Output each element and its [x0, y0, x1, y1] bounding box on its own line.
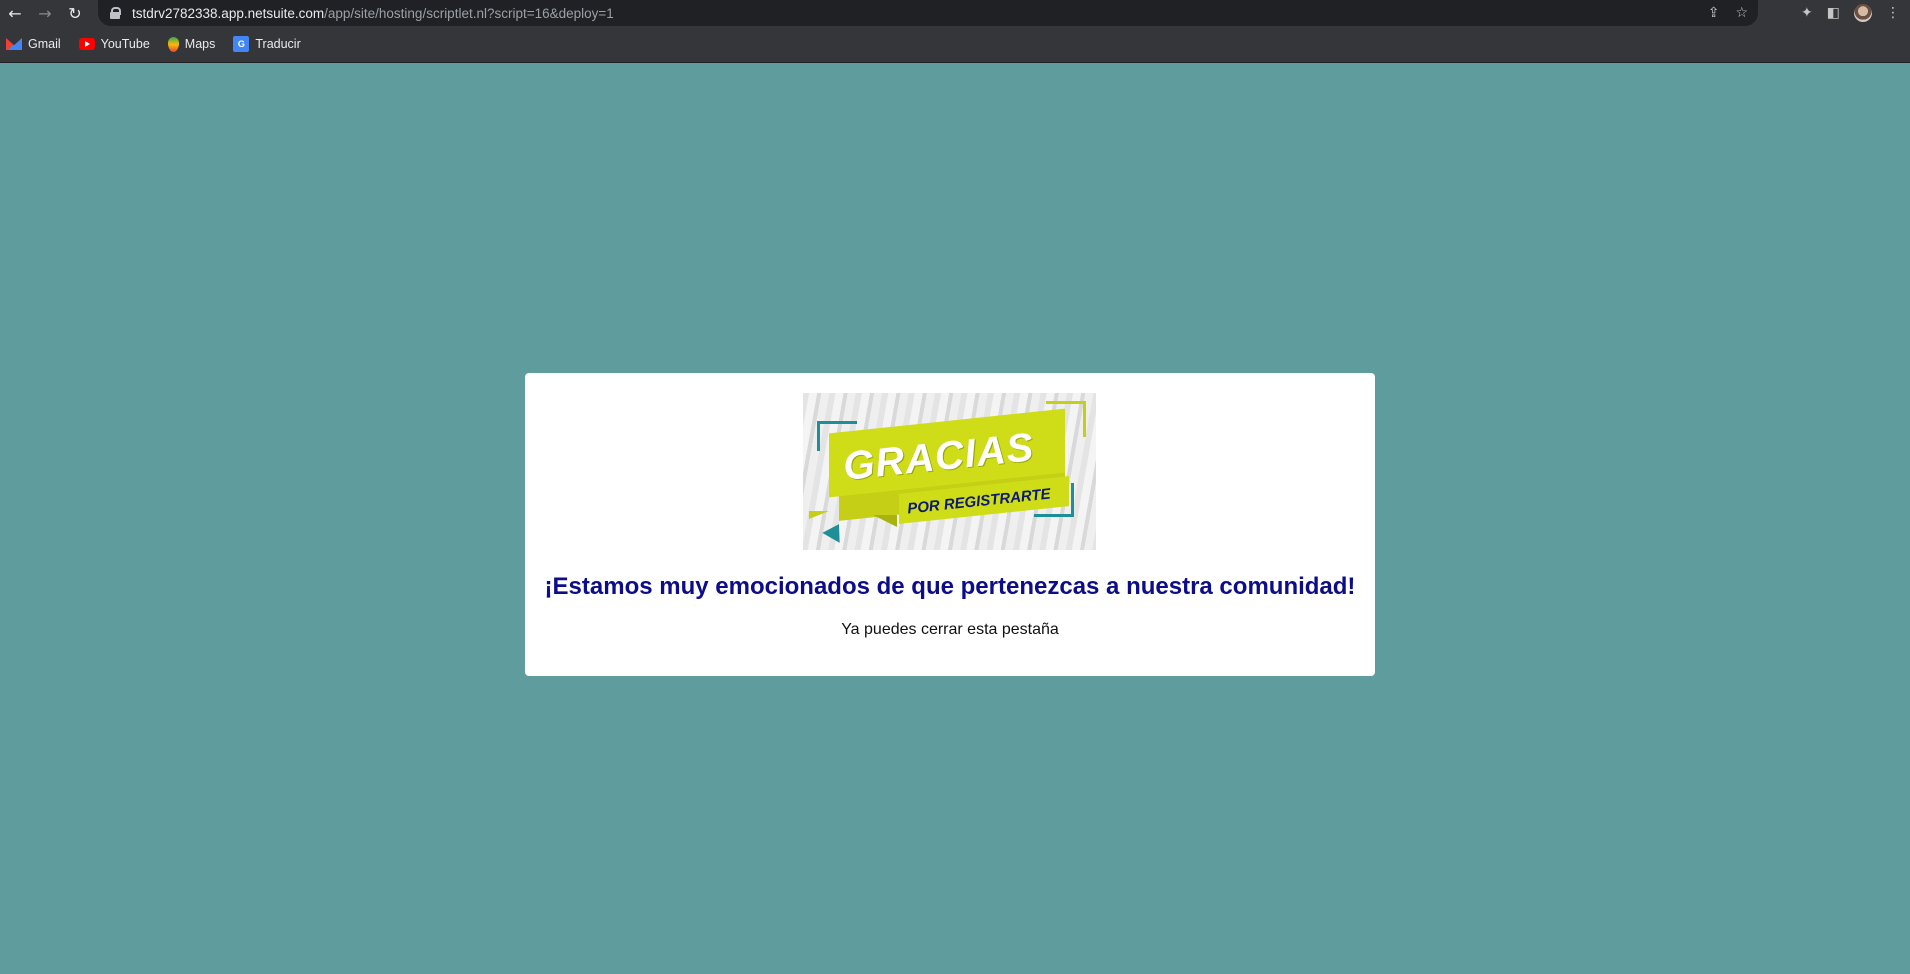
- bookmark-label: Traducir: [255, 37, 301, 51]
- lock-icon: [110, 7, 121, 19]
- browser-toolbar: ← → ↻ tstdrv2782338.app.netsuite.com/app…: [0, 0, 1910, 26]
- arrow-left-icon: ←: [8, 3, 22, 23]
- forward-button[interactable]: →: [30, 3, 60, 23]
- bookmark-traducir[interactable]: G Traducir: [233, 36, 301, 52]
- bookmark-label: Gmail: [28, 37, 61, 51]
- banner-triangle: [809, 511, 829, 519]
- toolbar-right: ✦ ◧ ⋮: [1801, 0, 1910, 26]
- reload-icon: ↻: [68, 3, 82, 23]
- youtube-icon: [78, 38, 95, 50]
- gmail-icon: [6, 38, 22, 50]
- extensions-icon[interactable]: ✦: [1801, 5, 1813, 21]
- menu-icon[interactable]: ⋮: [1886, 5, 1900, 21]
- bookmark-star-icon[interactable]: ☆: [1735, 5, 1748, 21]
- bookmark-label: Maps: [184, 37, 216, 51]
- maps-icon: [167, 36, 179, 52]
- page-headline: ¡Estamos muy emocionados de que pertenez…: [544, 573, 1356, 600]
- close-tab-message: Ya puedes cerrar esta pestaña: [841, 621, 1059, 638]
- address-bar[interactable]: tstdrv2782338.app.netsuite.com/app/site/…: [98, 0, 1758, 26]
- profile-avatar[interactable]: [1854, 4, 1872, 22]
- back-button[interactable]: ←: [0, 3, 30, 23]
- bookmarks-bar: Gmail YouTube Maps G Traducir: [0, 26, 1910, 63]
- gracias-banner-image: GRACIAS POR REGISTRARTE: [803, 393, 1096, 550]
- translate-icon: G: [233, 36, 250, 52]
- side-panel-icon[interactable]: ◧: [1827, 5, 1840, 21]
- banner-triangle: [873, 515, 897, 527]
- bookmark-youtube[interactable]: YouTube: [78, 37, 150, 51]
- bookmark-label: YouTube: [100, 37, 150, 51]
- reload-button[interactable]: ↻: [60, 3, 90, 23]
- bookmark-maps[interactable]: Maps: [167, 36, 216, 52]
- share-icon[interactable]: ⇪: [1708, 5, 1720, 21]
- omnibox-actions: ⇪ ☆: [1708, 0, 1748, 26]
- url-path: /app/site/hosting/scriptlet.nl?script=16…: [324, 5, 614, 21]
- banner-triangle: [822, 519, 848, 543]
- bookmark-gmail[interactable]: Gmail: [6, 37, 61, 51]
- confirmation-card: GRACIAS POR REGISTRARTE ¡Estamos muy emo…: [525, 373, 1375, 676]
- url-host: tstdrv2782338.app.netsuite.com: [132, 5, 325, 21]
- arrow-right-icon: →: [38, 3, 52, 23]
